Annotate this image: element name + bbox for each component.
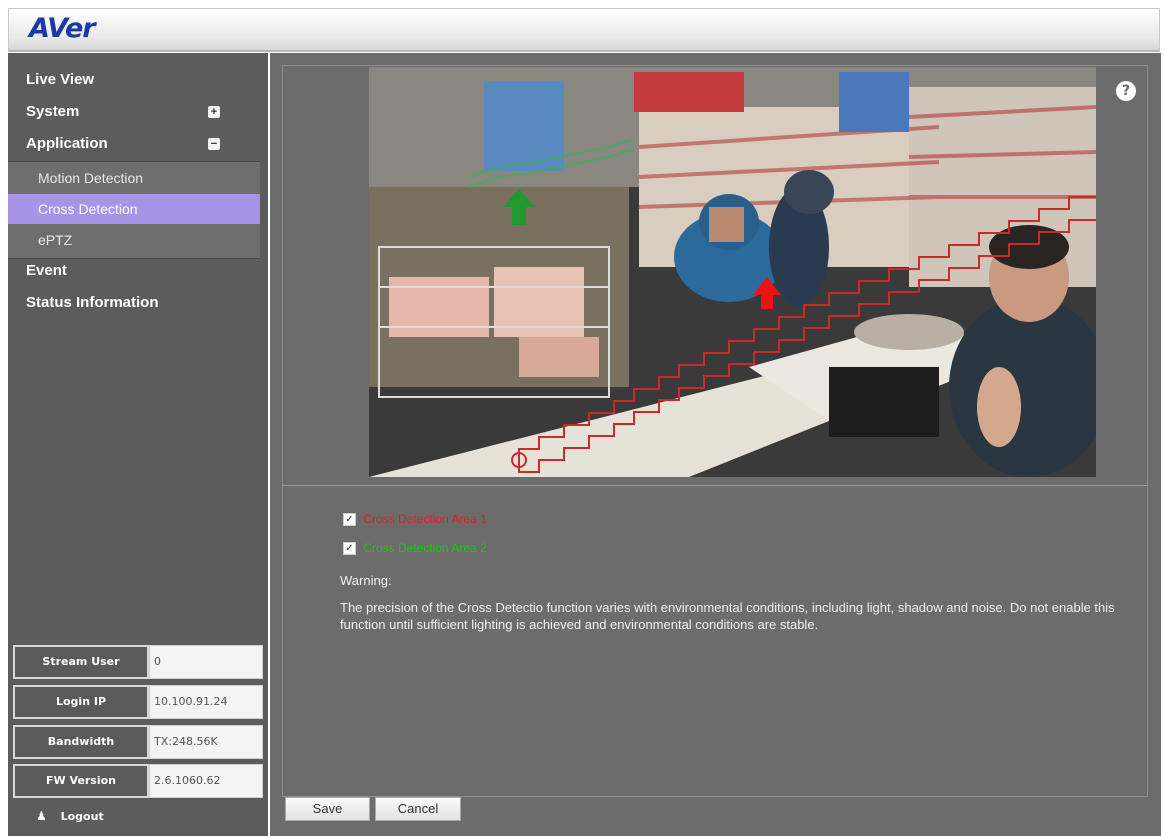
- nav-label: Event: [26, 262, 67, 279]
- area-2-label: Cross Detection Area 2: [363, 541, 487, 555]
- nav-label: Status Information: [26, 294, 159, 311]
- expand-icon[interactable]: +: [208, 106, 220, 118]
- info-value: 2.6.1060.62: [149, 764, 263, 798]
- main-content: ? ✓ Cross Detection Area 1 ✓ Cross Detec…: [270, 53, 1161, 836]
- logout-button[interactable]: ♟ Logout: [8, 800, 268, 836]
- save-button[interactable]: Save: [285, 797, 370, 821]
- nav-label: Live View: [26, 71, 95, 88]
- area-1-option[interactable]: ✓ Cross Detection Area 1: [343, 510, 487, 528]
- app-header: AVer: [8, 8, 1160, 52]
- info-row-fw-version: FW Version 2.6.1060.62: [13, 764, 263, 798]
- subnav-label: ePTZ: [38, 232, 73, 248]
- info-value: 0: [149, 645, 263, 679]
- camera-scene-image: [369, 67, 1096, 477]
- application-subnav: Motion Detection Cross Detection ePTZ: [8, 161, 260, 259]
- camera-preview[interactable]: [369, 67, 1096, 477]
- info-label: Bandwidth: [13, 725, 149, 759]
- nav-item-event[interactable]: Event: [8, 256, 268, 286]
- info-value: TX:248.56K: [149, 725, 263, 759]
- info-row-login-ip: Login IP 10.100.91.24: [13, 685, 263, 719]
- info-label: FW Version: [13, 764, 149, 798]
- nav-item-status-information[interactable]: Status Information: [8, 288, 268, 318]
- subnav-item-motion-detection[interactable]: Motion Detection: [8, 163, 260, 193]
- warning-text: The precision of the Cross Detectio func…: [340, 600, 1115, 632]
- subnav-label: Motion Detection: [38, 170, 144, 186]
- nav-item-system[interactable]: System +: [8, 97, 268, 127]
- cancel-button[interactable]: Cancel: [375, 797, 461, 821]
- area-1-label: Cross Detection Area 1: [363, 512, 487, 526]
- info-row-bandwidth: Bandwidth TX:248.56K: [13, 725, 263, 759]
- nav-item-live-view[interactable]: Live View: [8, 65, 268, 95]
- logout-label: Logout: [60, 810, 104, 823]
- area-1-checkbox[interactable]: ✓: [343, 513, 356, 527]
- area-2-checkbox[interactable]: ✓: [343, 542, 356, 556]
- user-icon: ♟: [36, 809, 47, 823]
- nav-label: Application: [26, 135, 108, 152]
- info-row-stream-user: Stream User 0: [13, 645, 263, 679]
- nav-item-application[interactable]: Application −: [8, 129, 268, 159]
- info-label: Stream User: [13, 645, 149, 679]
- aver-logo: AVer: [29, 13, 96, 44]
- collapse-icon[interactable]: −: [208, 138, 220, 150]
- nav-label: System: [26, 103, 80, 120]
- subnav-label: Cross Detection: [38, 201, 138, 217]
- info-label: Login IP: [13, 685, 149, 719]
- sidebar: Live View System + Application − Motion …: [8, 53, 268, 836]
- help-icon[interactable]: ?: [1116, 81, 1136, 101]
- subnav-item-cross-detection[interactable]: Cross Detection: [8, 194, 260, 224]
- subnav-item-eptz[interactable]: ePTZ: [8, 225, 260, 255]
- info-value: 10.100.91.24: [149, 685, 263, 719]
- section-divider: [282, 485, 1148, 486]
- warning-title: Warning:: [340, 573, 392, 588]
- area-2-option[interactable]: ✓ Cross Detection Area 2: [343, 539, 487, 557]
